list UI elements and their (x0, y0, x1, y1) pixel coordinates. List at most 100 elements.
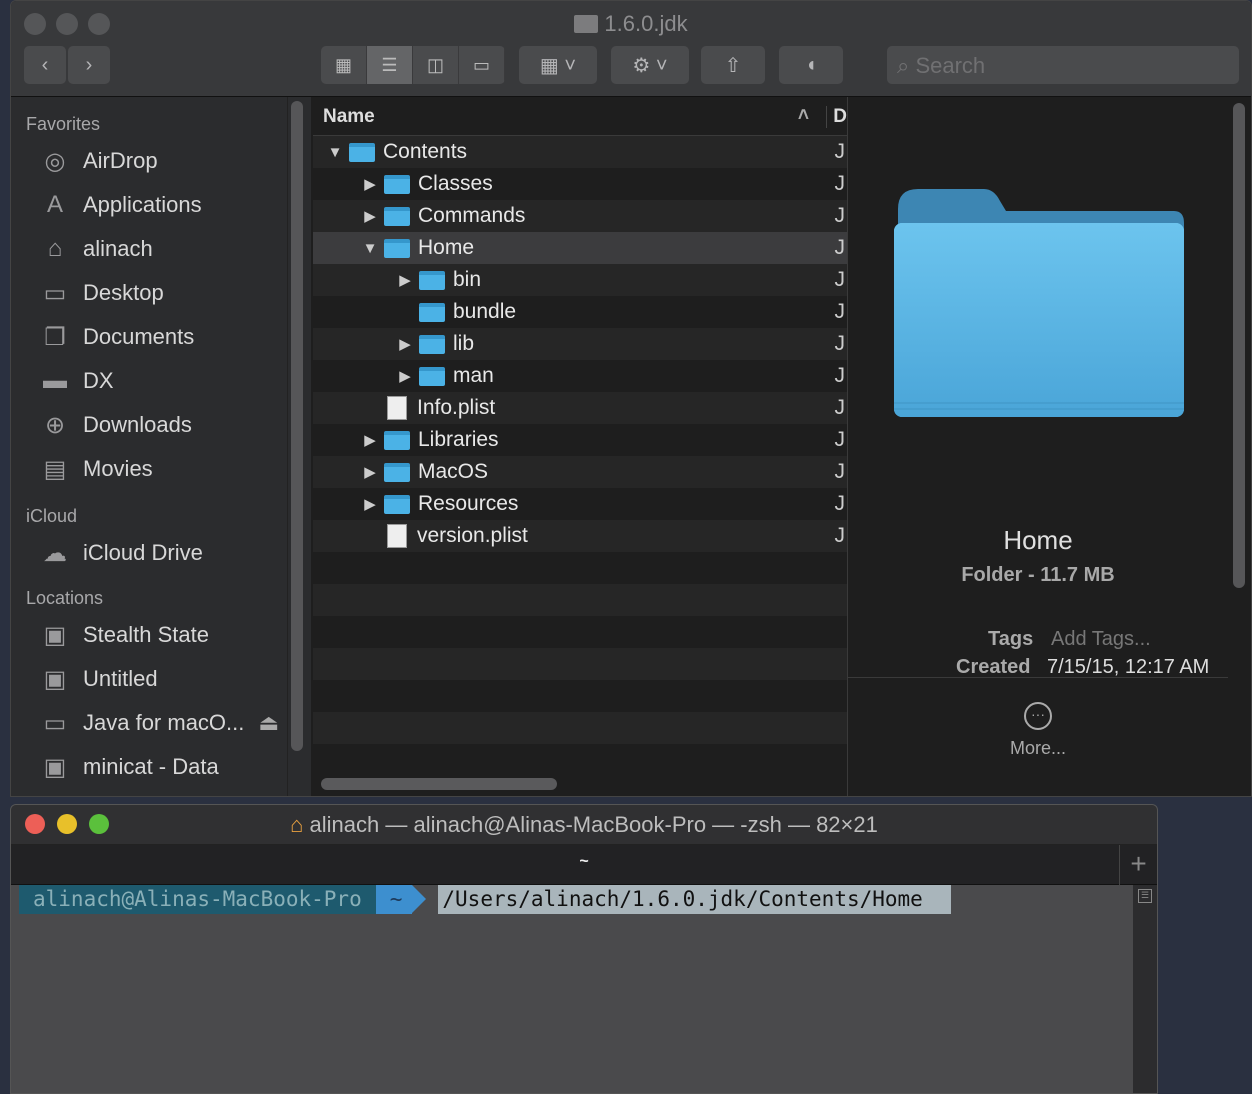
more-button[interactable]: ··· More... (848, 677, 1228, 796)
tag-button[interactable]: ◖ (779, 46, 843, 84)
sidebar-item-label: Stealth State (83, 622, 209, 647)
sidebar-item-alinach[interactable]: ⌂ alinach (11, 227, 287, 271)
file-row[interactable]: ▶ Classes J (313, 168, 847, 200)
disclosure-open-icon[interactable]: ▼ (360, 240, 380, 257)
disclosure-closed-icon[interactable]: ▶ (360, 463, 380, 481)
file-row[interactable]: ▼ Home J (313, 232, 847, 264)
file-name: Libraries (418, 428, 499, 451)
file-row[interactable]: ▶ lib J (313, 328, 847, 360)
zoom-button[interactable] (89, 814, 109, 834)
horizontal-scrollbar[interactable] (321, 778, 557, 790)
terminal-scrollbar[interactable]: ☰ (1133, 885, 1157, 1093)
applications-icon: A (46, 191, 63, 218)
sidebar-item-minicat-data[interactable]: ▣ minicat - Data (11, 745, 287, 789)
empty-row (313, 744, 847, 776)
file-date: J (834, 364, 846, 387)
file-row[interactable]: ▶ bin J (313, 264, 847, 296)
disclosure-open-icon[interactable]: ▼ (325, 144, 345, 161)
gallery-view-button[interactable]: ▭ (459, 46, 505, 84)
file-name: bin (453, 268, 482, 291)
file-row[interactable]: ▶ MacOS J (313, 456, 847, 488)
share-button[interactable]: ⇧ (701, 46, 765, 84)
file-date: J (834, 172, 846, 195)
sidebar-item-java[interactable]: ▭ Java for macO... ⏏ (11, 701, 287, 745)
empty-row (313, 616, 847, 648)
file-date: J (834, 492, 846, 515)
disclosure-closed-icon[interactable]: ▶ (360, 495, 380, 513)
list-view-button[interactable]: ☰ (367, 46, 413, 84)
file-date: J (834, 396, 846, 419)
sidebar-item-airdrop[interactable]: ◎ AirDrop (11, 139, 287, 183)
file-date: J (834, 236, 846, 259)
file-row[interactable]: ▶ man J (313, 360, 847, 392)
large-folder-icon (894, 189, 1184, 417)
prompt-user: alinach@Alinas-MacBook-Pro (19, 885, 376, 914)
file-row[interactable]: Info.plist J (313, 392, 847, 424)
empty-row (313, 712, 847, 744)
sidebar-item-untitled[interactable]: ▣ Untitled (11, 657, 287, 701)
file-row[interactable]: bundle J (313, 296, 847, 328)
disclosure-closed-icon[interactable]: ▶ (360, 207, 380, 225)
back-button[interactable]: ‹ (24, 46, 66, 84)
add-tags-field[interactable]: Add Tags... (1051, 628, 1151, 651)
column-header-next[interactable]: D (826, 106, 847, 128)
sidebar-item-documents[interactable]: ❐ Documents (11, 315, 287, 359)
file-row[interactable]: version.plist J (313, 520, 847, 552)
file-rows: ▼ Contents J ▶ Classes J ▶ Commands J ▼ Home J ▶ bin J… (313, 136, 847, 776)
file-icon (387, 524, 407, 548)
sidebar-item-stealth-state[interactable]: ▣ Stealth State (11, 613, 287, 657)
sidebar-item-label: minicat - Data (83, 754, 219, 779)
sidebar-item-desktop[interactable]: ▭ Desktop (11, 271, 287, 315)
split-icon: ☰ (1138, 889, 1152, 903)
terminal-prompt: alinach@Alinas-MacBook-Pro ~ /Users/alin… (19, 885, 951, 914)
sidebar-item-label: Applications (83, 192, 202, 217)
file-row[interactable]: ▼ Contents J (313, 136, 847, 168)
sidebar-item-label: iCloud Drive (83, 540, 203, 565)
sidebar-item-downloads[interactable]: ⊕ Downloads (11, 403, 287, 447)
action-gear-button[interactable]: ⚙ ˅ (611, 46, 689, 84)
file-name: Info.plist (417, 396, 496, 419)
file-row[interactable]: ▶ Resources J (313, 488, 847, 520)
icon-view-button[interactable]: ▦ (321, 46, 367, 84)
disclosure-closed-icon[interactable]: ▶ (360, 175, 380, 193)
disclosure-closed-icon[interactable]: ▶ (395, 367, 415, 385)
new-tab-button[interactable]: + (1119, 845, 1157, 885)
minimize-button[interactable] (57, 814, 77, 834)
terminal-tab[interactable]: ~ (11, 845, 1157, 871)
sidebar-section-locations: Locations (26, 588, 104, 608)
file-date: J (834, 428, 846, 451)
sidebar-item-dx[interactable]: ▬ DX (11, 359, 287, 403)
file-date: J (834, 268, 846, 291)
disclosure-closed-icon[interactable]: ▶ (360, 431, 380, 449)
sidebar-item-icloud-drive[interactable]: ☁ iCloud Drive (11, 531, 287, 575)
sidebar-item-label: Documents (83, 324, 195, 349)
finder-window: 1.6.0.jdk ‹ › ▦ ☰ ◫ ▭ ▦ ˅ ⚙ ˅ ⇧ ◖ ⌕ Sear… (10, 0, 1252, 797)
file-name: MacOS (418, 460, 489, 483)
sidebar-item-applications[interactable]: A Applications (11, 183, 287, 227)
preview-scrollbar[interactable] (1233, 103, 1245, 588)
sidebar-scrollbar[interactable] (291, 101, 303, 751)
file-row[interactable]: ▶ Libraries J (313, 424, 847, 456)
close-button[interactable] (25, 814, 45, 834)
eject-icon[interactable]: ⏏ (258, 710, 279, 736)
file-icon (387, 396, 407, 420)
search-input[interactable]: ⌕ Search (887, 46, 1239, 84)
file-date: J (834, 524, 846, 547)
disclosure-closed-icon[interactable]: ▶ (395, 271, 415, 289)
empty-row (313, 584, 847, 616)
terminal-title-text: alinach — alinach@Alinas-MacBook-Pro — -… (309, 812, 878, 837)
forward-button[interactable]: › (68, 46, 110, 84)
view-mode-segment: ▦ ☰ ◫ ▭ (321, 46, 505, 84)
column-view-button[interactable]: ◫ (413, 46, 459, 84)
group-by-button[interactable]: ▦ ˅ (519, 46, 597, 84)
disclosure-closed-icon[interactable]: ▶ (395, 335, 415, 353)
sidebar-item-label: Movies (83, 456, 153, 481)
file-name: bundle (453, 300, 517, 323)
terminal-input[interactable]: /Users/alinach/1.6.0.jdk/Contents/Home (438, 885, 951, 914)
column-header-name[interactable]: Name ˄ D (313, 97, 847, 136)
sidebar-item-movies[interactable]: ▤ Movies (11, 447, 287, 491)
disk-icon: ▭ (43, 709, 67, 737)
file-row[interactable]: ▶ Commands J (313, 200, 847, 232)
terminal-title: ⌂ alinach — alinach@Alinas-MacBook-Pro —… (11, 805, 1157, 838)
search-placeholder: Search (915, 53, 986, 78)
